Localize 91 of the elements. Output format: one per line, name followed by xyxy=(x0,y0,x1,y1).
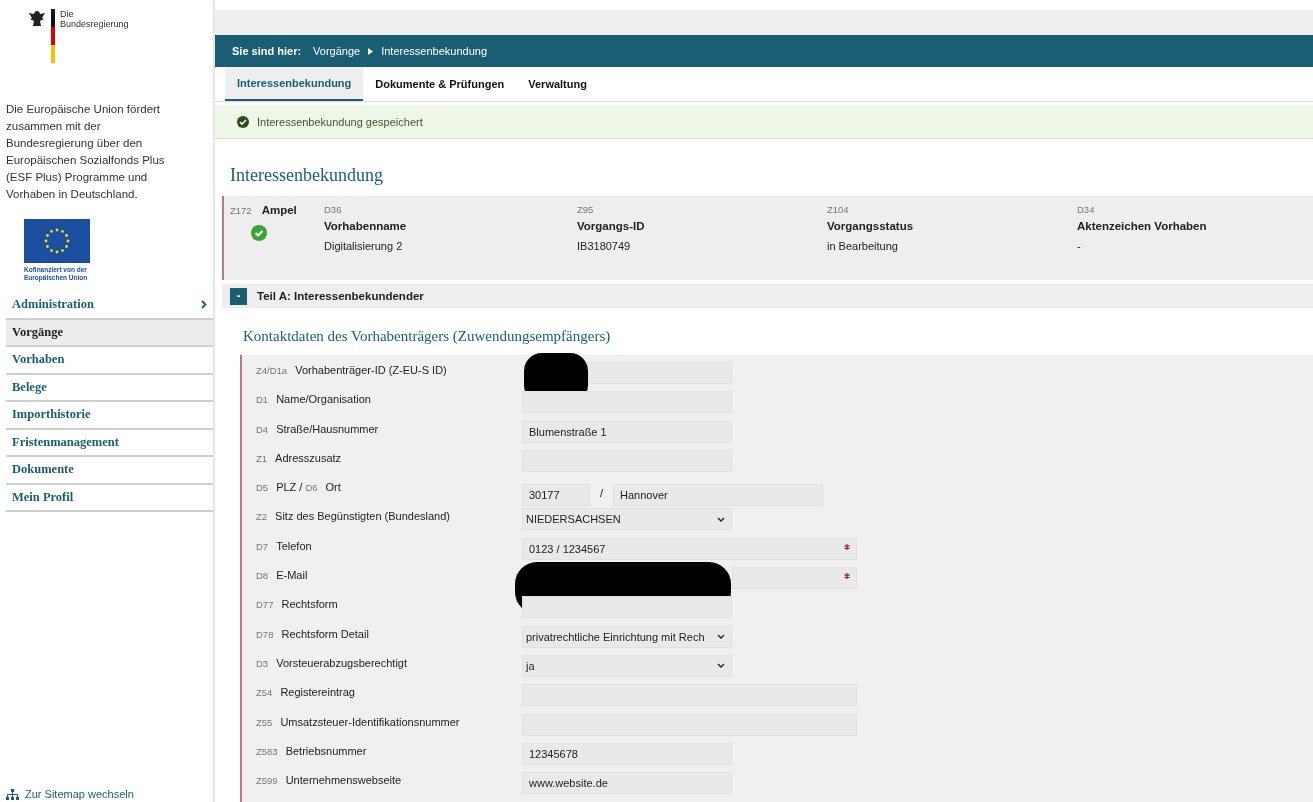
sitemap-icon xyxy=(6,788,19,800)
input-field[interactable]: Blumenstraße 1 xyxy=(522,420,732,443)
caret-icon xyxy=(717,634,725,640)
field-code: Z54 xyxy=(256,687,273,699)
section-subtitle: Kontaktdaten des Vorhabenträgers (Zuwendungsempfängers) xyxy=(243,328,612,345)
input-field[interactable] xyxy=(522,596,732,619)
field-code: Z55 xyxy=(256,716,273,728)
tab[interactable]: Verwaltung xyxy=(516,67,599,101)
ampel-label: Ampel xyxy=(261,204,297,216)
nav-item[interactable]: Dokumente xyxy=(6,457,213,485)
collapse-toggle[interactable]: - xyxy=(230,287,247,305)
input-field[interactable] xyxy=(732,567,857,590)
field-label: PLZ xyxy=(276,481,297,494)
column-label: Vorgangsstatus xyxy=(827,220,915,232)
field-code: D6 xyxy=(305,482,318,494)
field-code: Z95 xyxy=(577,204,595,215)
field-label: Betriebsnummer xyxy=(285,744,367,757)
field-label: Umsatzsteuer-Identifikationsnummer xyxy=(280,715,460,728)
nav-item[interactable]: Mein Profil xyxy=(6,484,213,512)
sitemap-link[interactable]: Zur Sitemap wechseln xyxy=(6,788,213,802)
field-label: Rechtsform Detail xyxy=(281,627,369,640)
input-field[interactable] xyxy=(522,391,732,414)
select-field[interactable]: ja xyxy=(522,654,732,677)
logo-text: Die Bundesregierung xyxy=(60,9,129,29)
field-label: Name/Organisation xyxy=(276,393,371,406)
eu-flag-icon xyxy=(24,219,90,263)
intro-text: Die Europäische Union fördert zusammen mit der Bundesregierung über den Europäischen Sozialfonds Plus (ESF Plus) Programme und Vorhaben in Deutschland. xyxy=(6,102,166,202)
select-field[interactable]: NIEDERSACHSEN xyxy=(522,508,732,531)
field-label: Telefon xyxy=(276,539,312,552)
section-title: Teil A: Interessenbekundender xyxy=(257,290,424,302)
notice-text: Interessenbekundung gespeichert xyxy=(257,115,423,128)
breadcrumb-label: Sie sind hier: xyxy=(232,45,302,57)
field-label: Ort xyxy=(325,481,341,494)
column-value: Digitalisierung 2 xyxy=(324,240,404,252)
input-field[interactable]: 12345678 xyxy=(522,742,732,765)
input-field[interactable]: 30177 xyxy=(522,484,590,507)
field-code: D3 xyxy=(256,657,269,669)
field-code: D4 xyxy=(256,423,269,435)
field-code: D8 xyxy=(256,570,269,582)
field-code: D77 xyxy=(256,599,274,611)
field-code: D1 xyxy=(256,394,269,406)
field-label: E-Mail xyxy=(276,569,308,582)
field-code: Z2 xyxy=(256,511,268,523)
nav-item[interactable]: Vorhaben xyxy=(6,347,213,375)
column-value: - xyxy=(1077,240,1082,252)
tab[interactable]: Interessenbekundung xyxy=(225,67,364,101)
field-label: Unternehmenswebseite xyxy=(285,774,402,787)
field-code: D78 xyxy=(256,628,274,640)
field-label: Vorhabenträger-ID (Z-EU-S ID) xyxy=(295,364,447,376)
field-code: Z1 xyxy=(256,452,268,464)
field-label: Adresszusatz xyxy=(275,451,342,464)
field-code: D7 xyxy=(256,540,269,552)
caret-icon xyxy=(717,517,725,522)
separator-text: / xyxy=(600,487,604,500)
nav-item[interactable]: Fristenmanagement xyxy=(6,429,213,457)
check-circle-icon xyxy=(237,115,249,128)
input-field[interactable]: www.website.de xyxy=(522,772,732,795)
eagle-icon xyxy=(28,10,46,28)
field-label: Registereintrag xyxy=(280,686,355,699)
column-label: Vorgangs-ID xyxy=(577,220,646,232)
field-code: Z599 xyxy=(256,775,278,787)
triangle-right-icon xyxy=(368,47,374,55)
tab[interactable]: Dokumente & Prüfungen xyxy=(363,67,517,101)
column-label: Vorhabenname xyxy=(324,220,408,232)
breadcrumb-link[interactable]: Vorgänge xyxy=(313,45,361,57)
field-code: D34 xyxy=(1077,204,1096,215)
separator-text: / xyxy=(299,481,303,494)
nav-item[interactable]: Importhistorie xyxy=(6,402,213,430)
caret-icon xyxy=(717,663,725,669)
field-label: Vorsteuerabzugsberechtigt xyxy=(276,656,408,669)
field-code: D36 xyxy=(324,204,343,215)
field-label: Straße/Hausnummer xyxy=(276,422,379,435)
page-title: Interessenbekundung xyxy=(230,165,384,186)
input-field[interactable] xyxy=(588,362,732,384)
field-code: Z172 xyxy=(230,205,252,216)
field-code: Z4/D1a xyxy=(256,365,288,376)
field-code: Z104 xyxy=(827,204,850,215)
column-label: Aktenzeichen Vorhaben xyxy=(1077,220,1208,232)
flag-stripe-icon xyxy=(51,9,55,63)
field-code: D5 xyxy=(256,482,269,494)
select-field[interactable]: privatrechtliche Einrichtung mit Rech xyxy=(522,625,732,648)
field-label: Rechtsform xyxy=(281,598,338,611)
breadcrumb-link[interactable]: Interessenbekundung xyxy=(381,45,487,57)
field-label: Sitz des Begünstigten (Bundesland) xyxy=(275,510,450,523)
column-value: in Bearbeitung xyxy=(827,240,899,252)
nav-item[interactable]: Vorgänge xyxy=(6,319,213,347)
input-field[interactable]: Hannover xyxy=(613,484,824,507)
column-value: IB3180749 xyxy=(577,240,632,252)
nav-item[interactable]: Belege xyxy=(6,374,213,402)
field-code: Z583 xyxy=(256,745,278,757)
input-field[interactable]: 0123 / 1234567 xyxy=(522,537,857,560)
